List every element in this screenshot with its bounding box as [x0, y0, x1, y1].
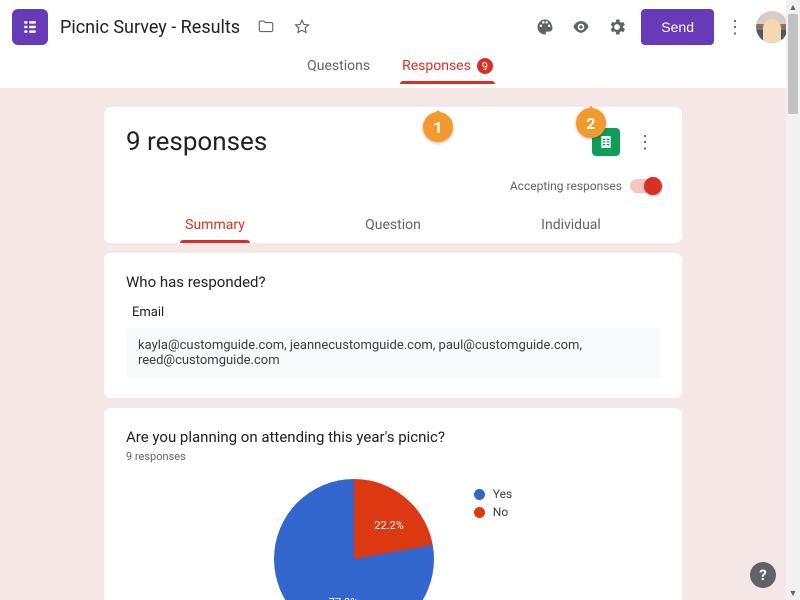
respondent-emails: kayla@customguide.com, jeannecustomguide… [126, 328, 660, 378]
tab-questions[interactable]: Questions [305, 54, 372, 84]
responses-title: 9 responses [126, 127, 592, 157]
pie-slice-label-yes: 77.8% [329, 596, 359, 600]
responses-subtabs: Summary Question Individual [126, 211, 660, 243]
legend-label-yes: Yes [493, 487, 512, 501]
legend-label-no: No [493, 505, 508, 519]
callout-1: 1 [423, 112, 453, 142]
who-responded-title: Who has responded? [126, 273, 660, 291]
who-responded-card: Who has responded? Email kayla@customgui… [103, 252, 683, 399]
legend-item-no: No [474, 505, 512, 519]
question-text: Are you planning on attending this year'… [126, 428, 660, 446]
vertical-scrollbar[interactable]: ▲ ▼ [786, 0, 800, 600]
pie-graphic: 22.2% 77.8% [274, 479, 434, 600]
scrollbar-thumb[interactable] [788, 14, 798, 114]
legend-swatch-yes [474, 489, 485, 500]
responses-count-badge: 9 [477, 58, 493, 74]
responses-more-icon[interactable]: ⋮ [630, 132, 660, 153]
document-title[interactable]: Picnic Survey - Results [60, 17, 240, 38]
callout-2: 2 [576, 108, 606, 138]
chart-legend: Yes No [474, 487, 512, 523]
question-chart-card: Are you planning on attending this year'… [103, 407, 683, 600]
customize-theme-icon[interactable] [533, 15, 557, 39]
scroll-up-icon[interactable]: ▲ [786, 0, 800, 14]
accepting-responses-toggle[interactable] [630, 179, 660, 193]
scroll-down-icon[interactable]: ▼ [786, 586, 800, 600]
question-response-count: 9 responses [126, 450, 660, 463]
legend-swatch-no [474, 507, 485, 518]
account-avatar[interactable] [756, 11, 788, 43]
legend-item-yes: Yes [474, 487, 512, 501]
send-button[interactable]: Send [641, 9, 714, 45]
forms-logo[interactable] [12, 9, 48, 45]
tab-responses[interactable]: Responses 9 [400, 54, 495, 84]
settings-gear-icon[interactable] [605, 15, 629, 39]
star-icon[interactable] [290, 15, 314, 39]
more-options-icon[interactable]: ⋮ [720, 17, 750, 38]
pie-chart: 22.2% 77.8% Yes No [126, 479, 660, 600]
accepting-responses-label: Accepting responses [510, 179, 622, 193]
subtab-individual[interactable]: Individual [482, 211, 660, 243]
move-to-folder-icon[interactable] [254, 15, 278, 39]
content-viewport: 9 responses ⋮ Accepting responses Summar… [0, 88, 786, 600]
preview-icon[interactable] [569, 15, 593, 39]
tab-responses-label: Responses [402, 58, 471, 74]
email-column-label: Email [132, 305, 660, 320]
subtab-summary[interactable]: Summary [126, 211, 304, 243]
pie-slice-label-no: 22.2% [374, 519, 404, 532]
app-header: Picnic Survey - Results Send ⋮ [0, 0, 800, 54]
subtab-question[interactable]: Question [304, 211, 482, 243]
help-button[interactable]: ? [750, 562, 776, 588]
main-tabs: Questions Responses 9 [0, 54, 800, 88]
